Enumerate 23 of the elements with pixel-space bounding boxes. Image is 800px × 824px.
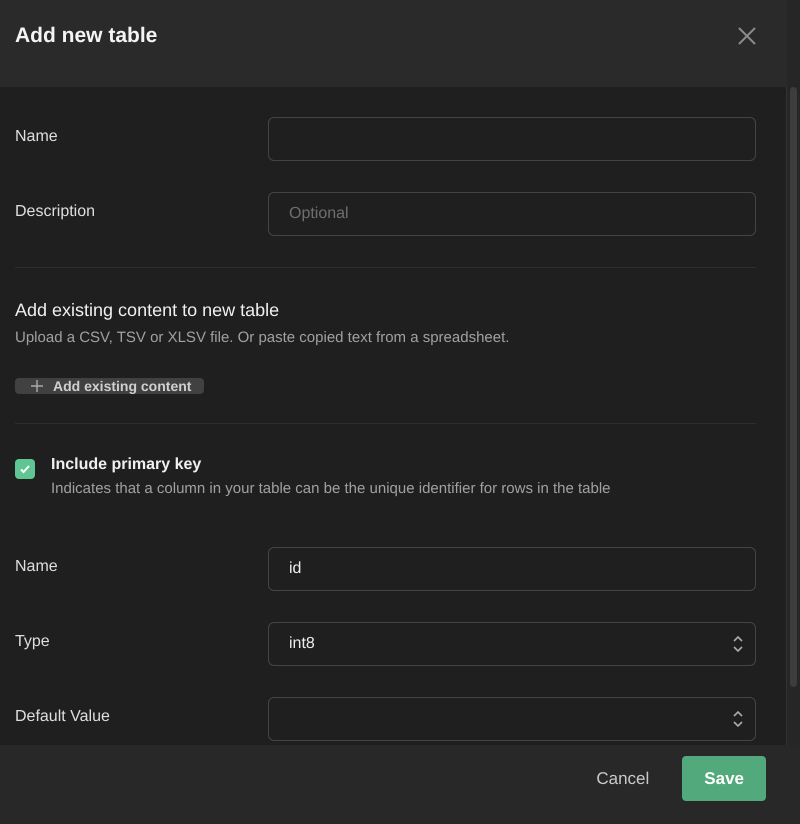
- close-button[interactable]: [737, 26, 757, 46]
- field-label: Default Value: [15, 708, 111, 726]
- chevron-updown-icon: [733, 710, 743, 728]
- plus-icon: [31, 380, 43, 392]
- input-field[interactable]: Optional: [268, 192, 756, 236]
- checkbox-description: Indicates that a column in your table can be the unique identifier for rows in the table: [51, 480, 611, 497]
- check-icon: [19, 463, 31, 475]
- field-label: Description: [15, 203, 96, 221]
- add-content-button[interactable]: Add existing content: [15, 378, 204, 394]
- cancel-button[interactable]: Cancel: [596, 756, 650, 801]
- select-field[interactable]: [268, 697, 756, 741]
- field-label: Type: [15, 633, 51, 651]
- dialog-title: Add new table: [15, 24, 158, 48]
- chevron-updown-icon: [733, 635, 743, 653]
- section-description: Upload a CSV, TSV or XLSV file. Or paste copied text from a spreadsheet.: [15, 329, 510, 346]
- checkbox-label: Include primary key: [51, 456, 202, 474]
- input-field[interactable]: [268, 117, 756, 161]
- checkbox[interactable]: [15, 459, 35, 479]
- section-title: Add existing content to new table: [15, 300, 280, 321]
- input-field[interactable]: id: [268, 547, 756, 591]
- select-field[interactable]: int8: [268, 622, 756, 666]
- field-label: Name: [15, 558, 59, 576]
- field-label: Name: [15, 128, 59, 146]
